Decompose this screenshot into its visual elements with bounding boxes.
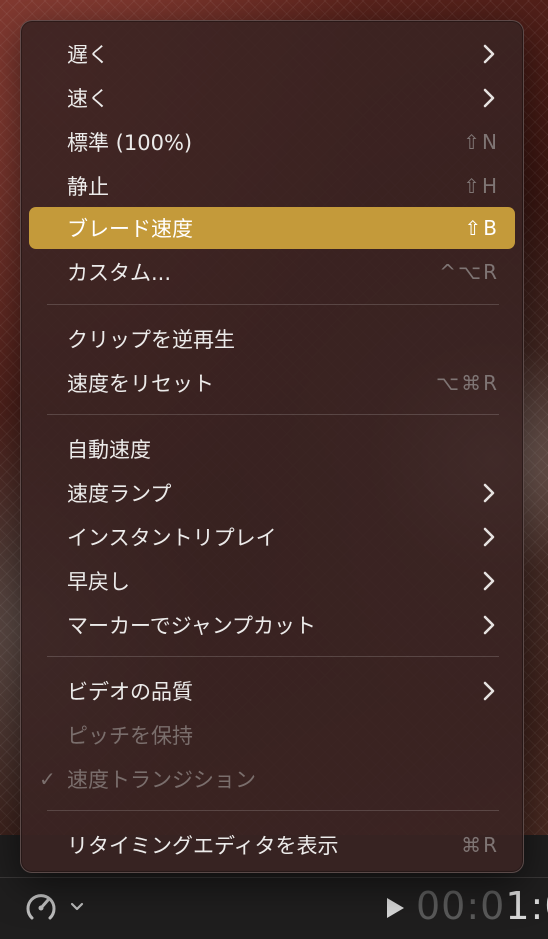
menu-separator: [47, 656, 499, 657]
menu-item[interactable]: 速度ランプ: [29, 472, 515, 514]
menu-item-label: 静止: [67, 175, 109, 199]
chevron-right-icon: [483, 571, 495, 591]
menu-item[interactable]: 自動速度: [29, 428, 515, 470]
menu-item-label: 速度ランプ: [67, 482, 172, 506]
timecode-display: 00:01:0: [416, 884, 548, 928]
speedometer-icon: [22, 888, 60, 926]
chevron-down-icon: [70, 902, 84, 912]
menu-item[interactable]: 速度をリセット ⌥⌘R: [29, 362, 515, 404]
menu-item-label: インスタントリプレイ: [67, 526, 277, 550]
toolbar-divider: [0, 877, 548, 878]
menu-item[interactable]: 遅く: [29, 33, 515, 75]
chevron-right-icon: [483, 681, 495, 701]
timecode-dim: 00:0: [416, 884, 506, 928]
menu-item-label: ピッチを保持: [67, 724, 193, 748]
menu-item-label: 標準 (100%): [67, 131, 193, 155]
menu-item-label: マーカーでジャンプカット: [67, 614, 317, 638]
menu-item-label: クリップを逆再生: [67, 328, 235, 352]
chevron-right-icon: [483, 44, 495, 64]
menu-separator: [47, 304, 499, 305]
menu-item-label: 速度トランジション: [67, 768, 256, 792]
menu-item[interactable]: 早戻し: [29, 560, 515, 602]
menu-item-label: 遅く: [67, 43, 109, 67]
menu-item: ✓ 速度トランジション: [29, 758, 515, 800]
menu-item: ピッチを保持: [29, 714, 515, 756]
menu-separator: [47, 414, 499, 415]
menu-item-label: ビデオの品質: [67, 680, 193, 704]
menu-item[interactable]: ブレード速度 ⇧B: [29, 207, 515, 249]
play-icon[interactable]: [384, 896, 406, 920]
menu-item-label: 早戻し: [67, 570, 130, 594]
retime-menu-button[interactable]: [22, 887, 94, 927]
menu-item[interactable]: 静止 ⇧H: [29, 165, 515, 207]
menu-item-label: 速く: [67, 87, 109, 111]
menu-item[interactable]: リタイミングエディタを表示 ⌘R: [29, 824, 515, 866]
menu-item-shortcut: ⌥⌘R: [436, 371, 499, 395]
menu-item[interactable]: 速く: [29, 77, 515, 119]
menu-item-shortcut: ⇧N: [463, 130, 499, 154]
menu-separator: [47, 810, 499, 811]
menu-item-label: ブレード速度: [67, 217, 193, 241]
menu-item[interactable]: マーカーでジャンプカット: [29, 604, 515, 646]
checkmark-icon: ✓: [39, 767, 56, 791]
chevron-right-icon: [483, 615, 495, 635]
menu-item-shortcut: ⇧H: [463, 174, 499, 198]
menu-item[interactable]: インスタントリプレイ: [29, 516, 515, 558]
menu-item-shortcut: ⇧B: [464, 216, 499, 240]
menu-item-label: 速度をリセット: [67, 372, 214, 396]
menu-item[interactable]: 標準 (100%) ⇧N: [29, 121, 515, 163]
menu-item[interactable]: ビデオの品質: [29, 670, 515, 712]
menu-item-label: リタイミングエディタを表示: [67, 834, 339, 858]
menu-item-shortcut: ^⌥R: [439, 260, 499, 284]
menu-item[interactable]: カスタム... ^⌥R: [29, 251, 515, 293]
chevron-right-icon: [483, 483, 495, 503]
menu-item[interactable]: クリップを逆再生: [29, 318, 515, 360]
menu-item-label: カスタム...: [67, 261, 172, 285]
menu-item-label: 自動速度: [67, 438, 151, 462]
chevron-right-icon: [483, 527, 495, 547]
timecode-bright: 1:0: [505, 884, 548, 928]
menu-item-shortcut: ⌘R: [461, 833, 499, 857]
retime-context-menu: 遅く速く標準 (100%) ⇧N 静止 ⇧H ブレード速度 ⇧B カスタム... ^⌥R クリッ…: [20, 20, 524, 873]
chevron-right-icon: [483, 88, 495, 108]
